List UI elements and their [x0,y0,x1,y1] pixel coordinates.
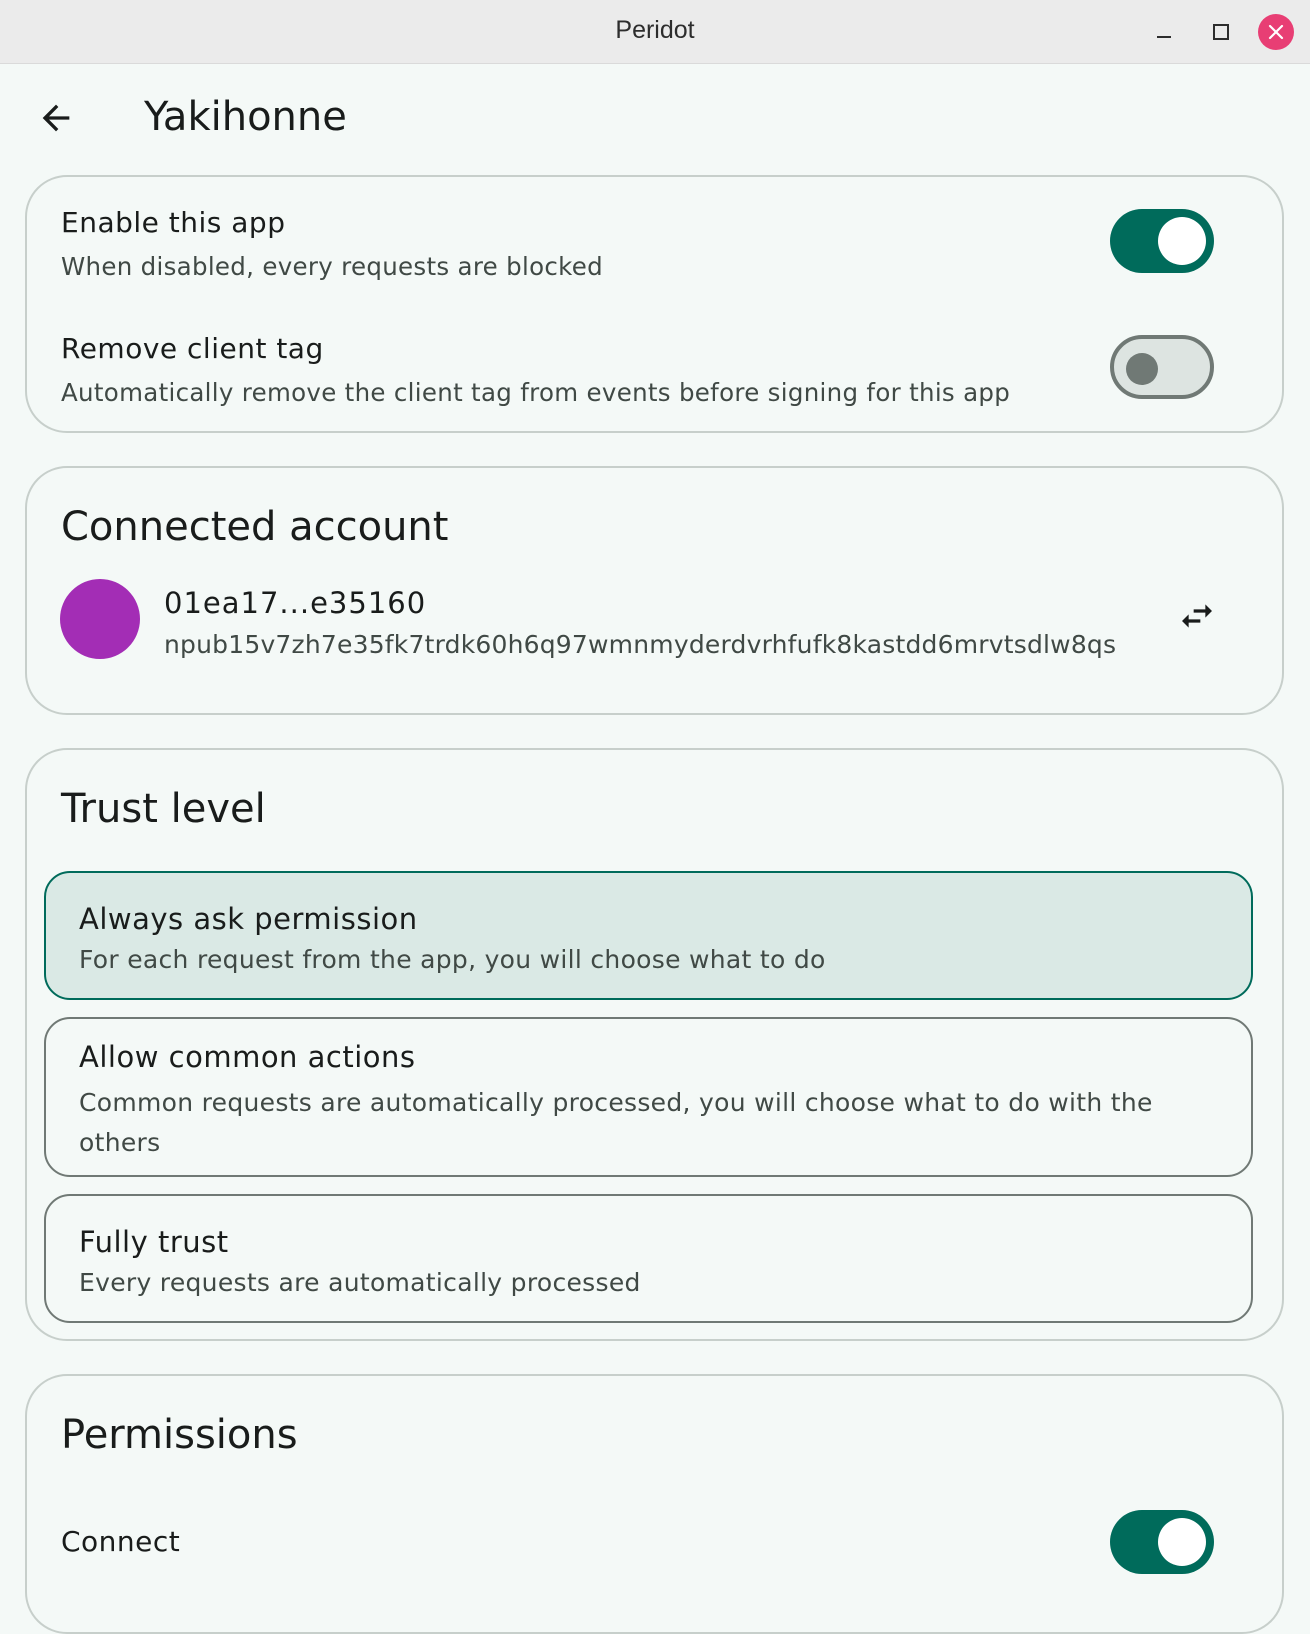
remove-client-tag-title: Remove client tag [61,332,324,365]
enable-app-description: When disabled, every requests are blocke… [61,252,603,281]
app-settings-card: Enable this app When disabled, every req… [25,175,1284,433]
close-window-button[interactable] [1258,14,1294,50]
option-title: Always ask permission [79,902,418,936]
enable-app-row[interactable]: Enable this app When disabled, every req… [27,177,1282,303]
option-description: Common requests are automatically proces… [79,1088,1153,1157]
remove-client-tag-description: Automatically remove the client tag from… [61,378,1011,407]
trust-level-heading: Trust level [61,786,266,832]
permission-title: Connect [61,1525,181,1558]
remove-client-tag-row[interactable]: Remove client tag Automatically remove t… [27,303,1282,433]
page-title: Yakihonne [144,94,347,140]
option-title: Fully trust [79,1225,229,1259]
app-bar: Yakihonne [0,64,1310,174]
window-title: Peridot [615,16,695,44]
switch-account-button[interactable] [1169,588,1225,644]
remove-client-tag-switch[interactable] [1110,335,1214,399]
back-button[interactable] [30,92,82,144]
minimize-button[interactable] [1146,14,1182,50]
trust-option-allow-common[interactable]: Allow common actions Common requests are… [44,1017,1253,1177]
swap-horiz-icon [1182,604,1212,628]
close-icon [1268,24,1284,40]
option-description: For each request from the app, you will … [79,945,826,974]
maximize-icon [1213,24,1229,40]
permission-row-connect[interactable]: Connect [27,1496,1282,1616]
option-description: Every requests are automatically process… [79,1268,641,1297]
connected-account-heading: Connected account [61,504,449,550]
minimize-icon [1157,36,1171,38]
connected-account-card: Connected account 01ea17...e35160 npub15… [25,466,1284,715]
trust-level-card: Trust level Always ask permission For ea… [25,748,1284,1341]
window-titlebar: Peridot [0,0,1310,64]
account-npub: npub15v7zh7e35fk7trdk60h6q97wmnmyderdvrh… [164,630,1117,659]
option-title: Allow common actions [79,1040,416,1074]
arrow-back-icon [42,104,70,132]
account-short-id: 01ea17...e35160 [164,586,427,620]
enable-app-switch[interactable] [1110,209,1214,273]
permission-connect-switch[interactable] [1110,1510,1214,1574]
trust-option-fully-trust[interactable]: Fully trust Every requests are automatic… [44,1194,1253,1323]
enable-app-title: Enable this app [61,206,286,239]
maximize-button[interactable] [1203,14,1239,50]
permissions-heading: Permissions [61,1412,298,1458]
avatar [60,579,140,659]
switch-knob [1158,1518,1206,1566]
permissions-card: Permissions Connect [25,1374,1284,1634]
trust-option-always-ask[interactable]: Always ask permission For each request f… [44,871,1253,1000]
switch-knob [1126,353,1158,385]
switch-knob [1158,217,1206,265]
